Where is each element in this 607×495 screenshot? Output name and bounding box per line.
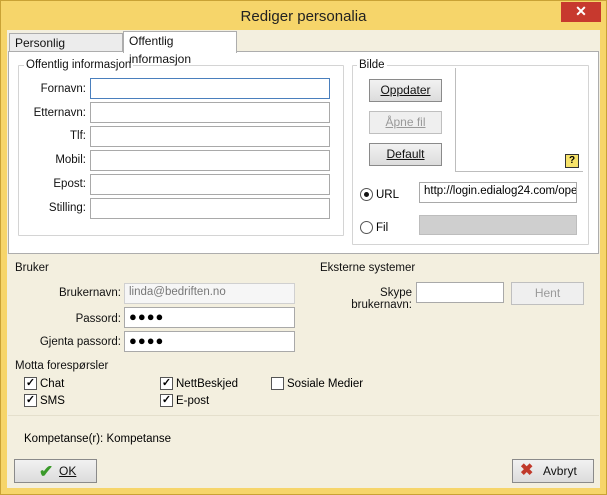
last-name-input[interactable] (90, 102, 330, 123)
tab-personal-info[interactable]: Personlig informasjon (9, 33, 123, 68)
username-input: linda@bedriften.no (124, 283, 295, 304)
default-image-button[interactable]: Default (369, 143, 442, 166)
email-input[interactable] (90, 174, 330, 195)
file-radio[interactable] (360, 221, 373, 234)
help-icon[interactable]: ? (565, 154, 579, 168)
sms-label: SMS (40, 395, 65, 407)
cancel-label: Avbryt (543, 464, 577, 478)
position-input[interactable] (90, 198, 330, 219)
chat-checkbox[interactable]: ✓ (24, 377, 37, 390)
chat-label: Chat (40, 378, 65, 390)
social-media-label: Sosiale Medier (287, 378, 364, 390)
email-checkbox[interactable]: ✓ (160, 394, 173, 407)
image-group-label: Bilde (357, 59, 387, 71)
email-request-label: E-post (176, 395, 210, 407)
url-label: URL (376, 189, 400, 201)
external-systems-label: Eksterne systemer (320, 262, 416, 274)
phone-input[interactable] (90, 126, 330, 147)
netbeskjed-checkbox[interactable]: ✓ (160, 377, 173, 390)
social-media-checkbox[interactable] (271, 377, 284, 390)
divider (8, 415, 599, 416)
ok-label: OK (59, 464, 77, 478)
cancel-button[interactable]: ✖ Avbryt (512, 459, 594, 483)
mobile-label: Mobil: (55, 154, 86, 166)
url-radio[interactable] (360, 188, 373, 201)
open-file-label: Åpne fil (385, 115, 426, 129)
tab-public-info[interactable]: Offentlig informasjon (123, 31, 237, 66)
competence-text: Kompetanse(r): Kompetanse (24, 433, 172, 445)
file-path-input[interactable] (419, 215, 577, 235)
ok-button[interactable]: ✔ OK (14, 459, 97, 483)
skype-username-label: Skype brukernavn: (351, 287, 412, 311)
password-input[interactable]: ●●●● (124, 307, 295, 328)
phone-label: Tlf: (70, 130, 86, 142)
password-label: Passord: (75, 313, 121, 325)
window-title: Rediger personalia (240, 8, 367, 25)
image-preview (455, 68, 583, 172)
update-image-button[interactable]: Oppdater (369, 79, 442, 102)
cancel-x-icon: ✖ (520, 462, 534, 479)
username-label: Brukernavn: (58, 287, 121, 299)
user-section-label: Bruker (15, 262, 49, 274)
sms-checkbox[interactable]: ✓ (24, 394, 37, 407)
first-name-input[interactable] (90, 78, 330, 99)
skype-username-input[interactable] (416, 282, 504, 303)
public-info-group-label: Offentlig informasjon (24, 59, 134, 71)
position-label: Stilling: (48, 202, 86, 214)
repeat-password-input[interactable]: ●●●● (124, 331, 295, 352)
mobile-input[interactable] (90, 150, 330, 171)
email-label: Epost: (53, 178, 86, 190)
repeat-password-label: Gjenta passord: (39, 336, 121, 348)
close-button[interactable]: ✕ (561, 2, 601, 22)
url-input[interactable]: http://login.edialog24.com/oper (419, 182, 577, 203)
update-image-label: Oppdater (380, 83, 431, 97)
fetch-button[interactable]: Hent (511, 282, 584, 305)
netbeskjed-label: NettBeskjed (176, 378, 239, 390)
open-file-button[interactable]: Åpne fil (369, 111, 442, 134)
first-name-label: Fornavn: (40, 83, 86, 95)
default-image-label: Default (386, 147, 425, 161)
title-bar: Rediger personalia ✕ (1, 1, 606, 31)
requests-section-label: Motta forespørsler (15, 360, 109, 372)
file-label: Fil (376, 222, 389, 234)
last-name-label: Etternavn: (33, 107, 86, 119)
check-icon: ✔ (39, 462, 54, 481)
